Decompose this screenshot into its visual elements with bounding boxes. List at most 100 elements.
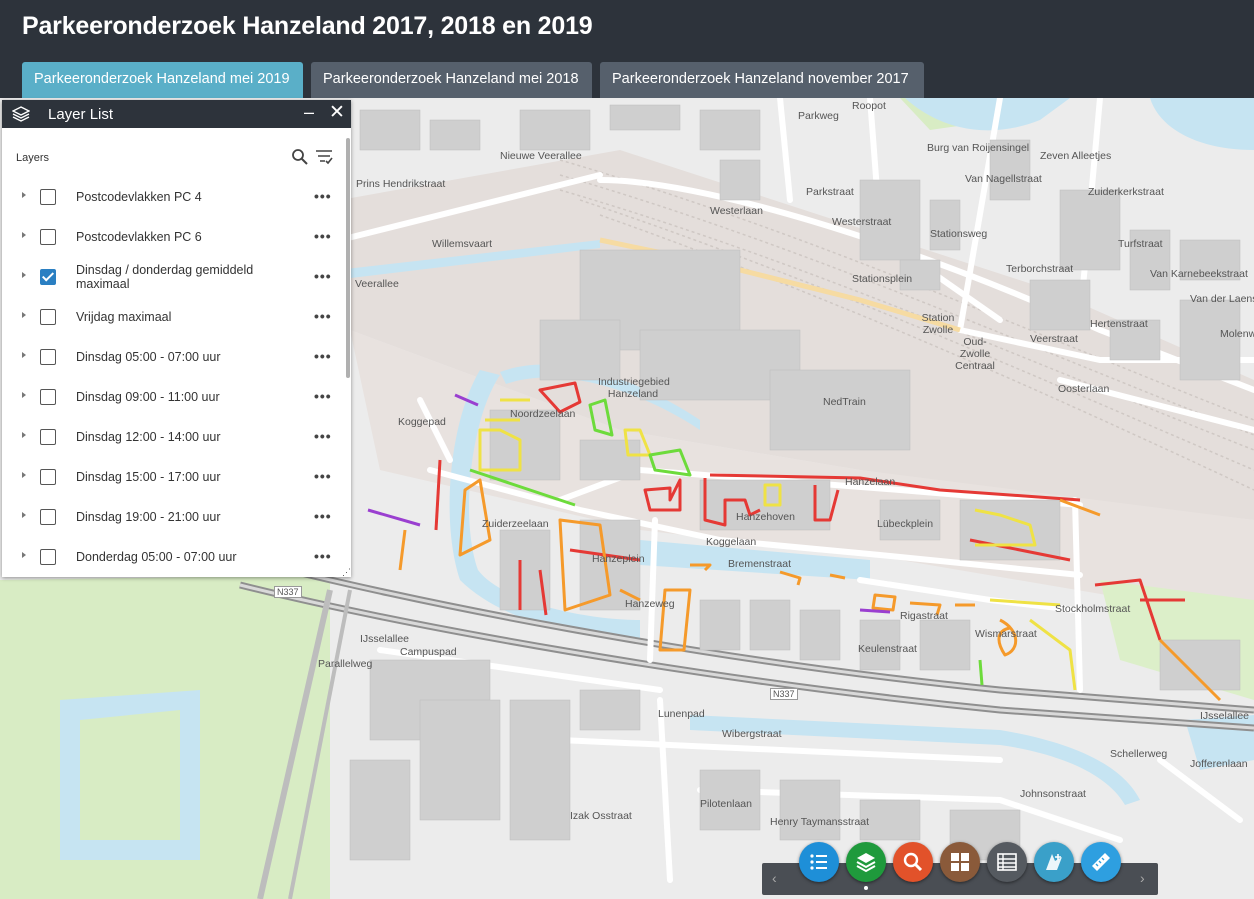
map-label-oosterlaan: Oosterlaan xyxy=(1058,383,1110,395)
expand-caret-icon[interactable] xyxy=(22,312,26,318)
map-label-turfstraat: Turfstraat xyxy=(1118,238,1163,250)
map-label-keulenstraat: Keulenstraat xyxy=(858,643,917,655)
search-button[interactable] xyxy=(893,842,933,882)
tab-mei-2018[interactable]: Parkeeronderzoek Hanzeland mei 2018 xyxy=(311,62,592,98)
map-label-zuiderzeelaan: Zuiderzeelaan xyxy=(482,518,549,530)
expand-caret-icon[interactable] xyxy=(22,552,26,558)
map-label-oud-zwolle: Oud-Zwolle Centraal xyxy=(955,336,995,372)
layer-row[interactable]: Dinsdag 09:00 - 11:00 uur ••• xyxy=(2,378,342,418)
close-button[interactable]: ✕ xyxy=(329,101,345,124)
more-options-icon[interactable]: ••• xyxy=(314,508,332,524)
map-label-hanzeplein: Hanzeplein xyxy=(592,553,645,565)
more-options-icon[interactable]: ••• xyxy=(314,428,332,444)
layer-row[interactable]: Vrijdag maximaal ••• xyxy=(2,298,342,338)
map-label-veerallee: Veerallee xyxy=(355,278,399,290)
map-label-roopot: Roopot xyxy=(852,100,886,112)
layer-checkbox[interactable] xyxy=(40,509,56,525)
measurement-button[interactable] xyxy=(1081,842,1121,882)
basemap-gallery-button[interactable] xyxy=(940,842,980,882)
measurement-icon xyxy=(1092,853,1110,871)
more-options-icon[interactable]: ••• xyxy=(314,548,332,564)
layer-checkbox[interactable] xyxy=(40,229,56,245)
map-label-ijsselallee-east: IJsselallee xyxy=(1200,710,1250,722)
more-options-icon[interactable]: ••• xyxy=(314,468,332,484)
layer-list-button[interactable] xyxy=(846,842,886,882)
more-options-icon[interactable]: ••• xyxy=(314,188,332,204)
map-label-westerstraat: Westerstraat xyxy=(832,216,892,228)
layer-checkbox-checked[interactable] xyxy=(40,269,56,285)
layer-row[interactable]: Donderdag 05:00 - 07:00 uur ••• xyxy=(2,538,342,574)
search-icon[interactable] xyxy=(291,148,309,166)
more-options-icon[interactable]: ••• xyxy=(314,268,332,284)
minimize-button[interactable]: – xyxy=(304,102,314,123)
expand-caret-icon[interactable] xyxy=(22,272,26,278)
layer-row[interactable]: Dinsdag 19:00 - 21:00 uur ••• xyxy=(2,498,342,538)
panel-scrollbar[interactable] xyxy=(345,130,351,575)
filter-list-icon[interactable] xyxy=(314,147,334,167)
query-button[interactable] xyxy=(1034,842,1074,882)
layer-row[interactable]: Dinsdag / donderdag gemiddeld maximaal •… xyxy=(2,258,342,298)
tab-mei-2019[interactable]: Parkeeronderzoek Hanzeland mei 2019 xyxy=(22,62,303,98)
layer-label: Dinsdag 15:00 - 17:00 uur xyxy=(76,470,221,484)
more-options-icon[interactable]: ••• xyxy=(314,388,332,404)
layer-checkbox[interactable] xyxy=(40,189,56,205)
layer-checkbox[interactable] xyxy=(40,309,56,325)
legend-button[interactable] xyxy=(799,842,839,882)
map-label-stationsplein: Stationsplein xyxy=(852,273,913,285)
layer-label: Postcodevlakken PC 6 xyxy=(76,230,202,244)
basemap-gallery-icon xyxy=(951,853,969,871)
map-label-hertenstraat: Hertenstraat xyxy=(1090,318,1148,330)
tab-november-2017[interactable]: Parkeeronderzoek Hanzeland november 2017 xyxy=(600,62,924,98)
map-label-hanzelaan: Hanzelaan xyxy=(845,476,896,488)
legend-icon xyxy=(810,854,827,870)
layer-checkbox[interactable] xyxy=(40,549,56,565)
panel-title: Layer List xyxy=(48,106,114,123)
scrollbar-thumb[interactable] xyxy=(346,138,350,378)
map-label-terborch: Terborchstraat xyxy=(1006,263,1074,275)
more-options-icon[interactable]: ••• xyxy=(314,228,332,244)
map-label-parkweg: Parkweg xyxy=(798,110,839,122)
map-label-wismarstraat: Wismarstraat xyxy=(975,628,1037,640)
attribute-table-button[interactable] xyxy=(987,842,1027,882)
expand-caret-icon[interactable] xyxy=(22,232,26,238)
map-label-bremenstraat: Bremenstraat xyxy=(728,558,792,570)
map-label-stockholmstraat: Stockholmstraat xyxy=(1055,603,1131,615)
query-icon xyxy=(1046,854,1062,870)
map-label-van-nagell: Van Nagellstraat xyxy=(965,173,1042,185)
map-label-zeven-alleetjes: Zeven Alleetjes xyxy=(1040,150,1112,162)
layer-checkbox[interactable] xyxy=(40,389,56,405)
layer-row[interactable]: Postcodevlakken PC 4 ••• xyxy=(2,178,342,218)
expand-caret-icon[interactable] xyxy=(22,392,26,398)
map-label-johnsonstraat: Johnsonstraat xyxy=(1020,788,1086,800)
layer-row[interactable]: Dinsdag 12:00 - 14:00 uur ••• xyxy=(2,418,342,458)
map-label-noordzeelaan: Noordzeelaan xyxy=(510,408,576,420)
layer-row[interactable]: Dinsdag 05:00 - 07:00 uur ••• xyxy=(2,338,342,378)
layer-row[interactable]: Postcodevlakken PC 6 ••• xyxy=(2,218,342,258)
expand-caret-icon[interactable] xyxy=(22,432,26,438)
map-label-prins-hendrik: Prins Hendrikstraat xyxy=(356,178,446,190)
layers-label: Layers xyxy=(16,152,50,164)
dock-next-button[interactable]: › xyxy=(1140,870,1145,886)
layer-checkbox[interactable] xyxy=(40,349,56,365)
map-label-lubeckplein: Lübeckplein xyxy=(877,518,934,530)
map-label-lunenpad: Lunenpad xyxy=(658,708,705,720)
expand-caret-icon[interactable] xyxy=(22,192,26,198)
more-options-icon[interactable]: ••• xyxy=(314,308,332,324)
more-options-icon[interactable]: ••• xyxy=(314,348,332,364)
layer-label: Dinsdag / donderdag gemiddeld maximaal xyxy=(76,263,254,291)
layer-checkbox[interactable] xyxy=(40,469,56,485)
expand-caret-icon[interactable] xyxy=(22,512,26,518)
map-label-zuiderkerk: Zuiderkerkstraat xyxy=(1088,186,1164,198)
panel-header: Layer List – ✕ xyxy=(2,100,351,128)
layer-label: Dinsdag 19:00 - 21:00 uur xyxy=(76,510,221,524)
dock-prev-button[interactable]: ‹ xyxy=(772,870,777,886)
layer-list-panel[interactable]: Layer List – ✕ Layers Postcodevlakken PC… xyxy=(2,100,351,577)
map-label-hanzehoven: Hanzehoven xyxy=(736,511,795,523)
layer-row[interactable]: Dinsdag 15:00 - 17:00 uur ••• xyxy=(2,458,342,498)
expand-caret-icon[interactable] xyxy=(22,472,26,478)
map-label-campuspad: Campuspad xyxy=(400,646,457,658)
resize-grip-icon[interactable]: ⋰ xyxy=(342,567,351,578)
layer-checkbox[interactable] xyxy=(40,429,56,445)
active-widget-indicator xyxy=(864,886,868,890)
expand-caret-icon[interactable] xyxy=(22,352,26,358)
